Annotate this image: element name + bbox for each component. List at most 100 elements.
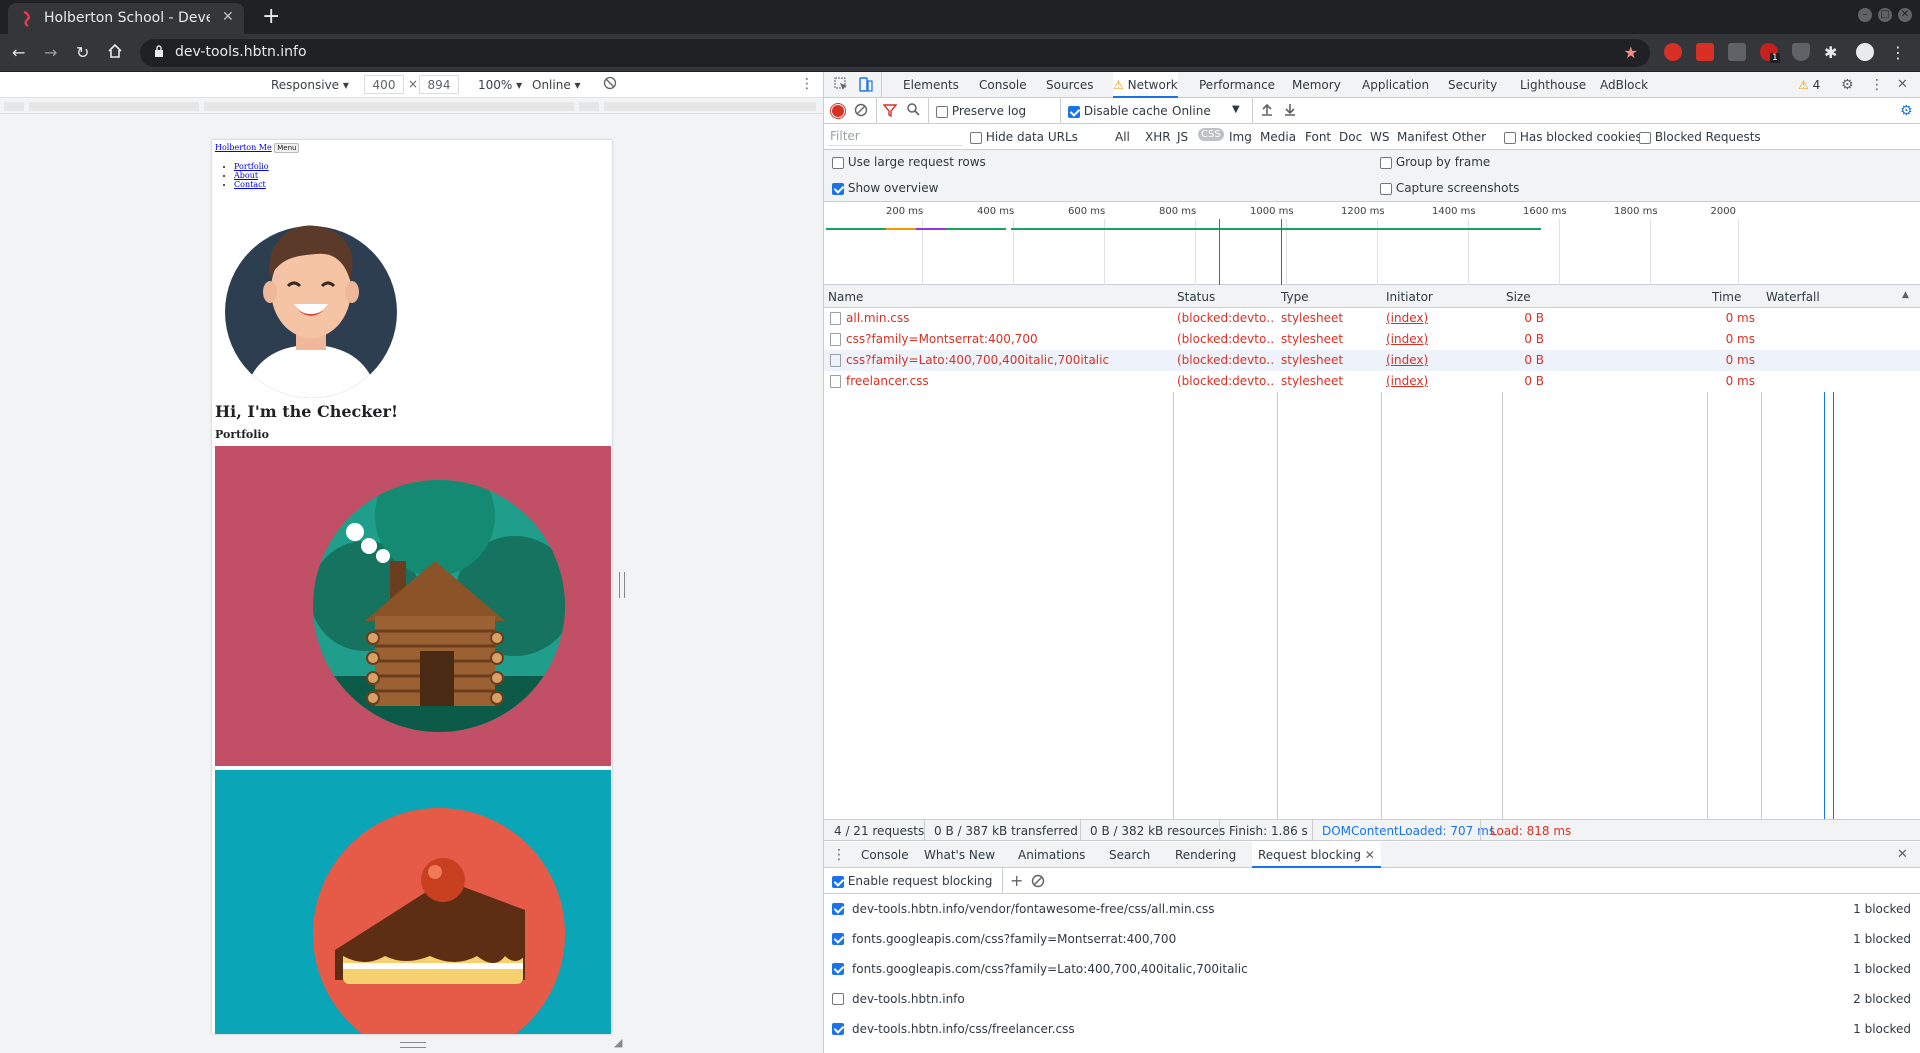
pattern-checkbox[interactable] bbox=[832, 963, 844, 975]
col-name[interactable]: Name bbox=[828, 290, 863, 304]
back-icon[interactable]: ← bbox=[12, 43, 25, 62]
col-status[interactable]: Status bbox=[1177, 290, 1215, 304]
pattern-checkbox[interactable] bbox=[832, 1023, 844, 1035]
tab-adblock[interactable]: AdBlock bbox=[1600, 78, 1648, 92]
nav-contact-link[interactable]: Contact bbox=[234, 180, 266, 189]
devtools-menu-icon[interactable]: ⋮ bbox=[1870, 77, 1884, 93]
request-initiator[interactable]: (index) bbox=[1386, 374, 1428, 388]
extension-red-icon[interactable] bbox=[1696, 43, 1714, 61]
close-drawer-tab-icon[interactable]: ✕ bbox=[1365, 848, 1375, 862]
extension-f-icon[interactable] bbox=[1728, 43, 1746, 61]
import-har-icon[interactable] bbox=[1261, 102, 1273, 116]
network-throttle-select[interactable]: Online ▼ bbox=[1172, 104, 1240, 118]
search-icon[interactable] bbox=[906, 102, 920, 116]
maximize-icon[interactable]: □ bbox=[1878, 8, 1892, 22]
filter-other[interactable]: Other bbox=[1452, 130, 1486, 144]
request-row[interactable]: freelancer.css (blocked:devto… stylesheet (… bbox=[824, 371, 1920, 392]
profile-avatar-icon[interactable] bbox=[1856, 43, 1874, 61]
home-icon[interactable] bbox=[107, 43, 123, 59]
tab-application[interactable]: Application bbox=[1362, 78, 1429, 92]
blocking-pattern-row[interactable]: fonts.googleapis.com/css?family=Lato:400… bbox=[824, 955, 1920, 985]
tab-console[interactable]: Console bbox=[979, 78, 1027, 92]
tab-memory[interactable]: Memory bbox=[1292, 78, 1341, 92]
address-bar[interactable]: dev-tools.hbtn.info ★ bbox=[140, 39, 1650, 67]
issues-warning-counter[interactable]: ⚠ 4 bbox=[1798, 78, 1820, 92]
enable-request-blocking-checkbox[interactable]: Enable request blocking bbox=[832, 874, 992, 888]
tab-performance[interactable]: Performance bbox=[1199, 78, 1275, 92]
media-query-bar[interactable] bbox=[0, 100, 823, 114]
new-tab-icon[interactable]: + bbox=[262, 4, 280, 29]
request-row[interactable]: css?family=Lato:400,700,400italic,700ita… bbox=[824, 350, 1920, 371]
nav-about-link[interactable]: About bbox=[234, 171, 258, 180]
device-options-icon[interactable]: ⋮ bbox=[800, 76, 814, 92]
drawer-tab-request-blocking[interactable]: Request blocking ✕ bbox=[1252, 842, 1381, 868]
filter-img[interactable]: Img bbox=[1229, 130, 1252, 144]
group-by-frame-checkbox[interactable]: Group by frame bbox=[1380, 155, 1490, 169]
filter-funnel-icon[interactable] bbox=[883, 103, 897, 117]
record-icon[interactable] bbox=[832, 105, 844, 117]
browser-menu-icon[interactable]: ⋮ bbox=[1890, 43, 1906, 62]
lock-icon[interactable] bbox=[154, 45, 164, 58]
blocking-pattern-row[interactable]: dev-tools.hbtn.info/css/freelancer.css 1 … bbox=[824, 1015, 1920, 1045]
portfolio-item-cabin[interactable] bbox=[215, 446, 611, 766]
drawer-tab-animations[interactable]: Animations bbox=[1018, 848, 1085, 862]
brand-link[interactable]: Holberton Me bbox=[215, 143, 272, 152]
request-initiator[interactable]: (index) bbox=[1386, 332, 1428, 346]
tab-lighthouse[interactable]: Lighthouse bbox=[1520, 78, 1586, 92]
blocking-pattern-row[interactable]: dev-tools.hbtn.info 2 blocked bbox=[824, 985, 1920, 1015]
corner-resize-handle[interactable]: ◢ bbox=[614, 1036, 622, 1049]
pattern-checkbox[interactable] bbox=[832, 993, 844, 1005]
request-initiator[interactable]: (index) bbox=[1386, 353, 1428, 367]
col-initiator[interactable]: Initiator bbox=[1386, 290, 1433, 304]
col-time[interactable]: Time bbox=[1712, 290, 1741, 304]
preserve-log-checkbox[interactable]: Preserve log bbox=[936, 104, 1026, 118]
col-waterfall[interactable]: Waterfall bbox=[1766, 290, 1820, 304]
sort-asc-icon[interactable]: ▲ bbox=[1902, 290, 1909, 300]
adblock-extension-icon[interactable] bbox=[1664, 43, 1682, 61]
remove-all-patterns-icon[interactable] bbox=[1031, 874, 1045, 888]
filter-css[interactable]: CSS bbox=[1198, 128, 1224, 141]
tab-sources[interactable]: Sources bbox=[1046, 78, 1093, 92]
drawer-tab-console[interactable]: Console bbox=[861, 848, 909, 862]
blocking-pattern-row[interactable]: dev-tools.hbtn.info/vendor/fontawesome-f… bbox=[824, 895, 1920, 925]
filter-font[interactable]: Font bbox=[1305, 130, 1331, 144]
filter-all[interactable]: All bbox=[1115, 130, 1130, 144]
show-overview-checkbox[interactable]: Show overview bbox=[832, 181, 938, 195]
filter-js[interactable]: JS bbox=[1177, 130, 1188, 144]
devtools-settings-gear-icon[interactable]: ⚙ bbox=[1841, 77, 1854, 93]
pattern-checkbox[interactable] bbox=[832, 933, 844, 945]
blocked-requests-checkbox[interactable]: Blocked Requests bbox=[1639, 130, 1761, 144]
col-type[interactable]: Type bbox=[1281, 290, 1309, 304]
inspect-element-icon[interactable] bbox=[834, 77, 848, 91]
request-initiator[interactable]: (index) bbox=[1386, 311, 1428, 325]
shield-icon[interactable] bbox=[1792, 43, 1810, 61]
filter-media[interactable]: Media bbox=[1260, 130, 1296, 144]
has-blocked-cookies-checkbox[interactable]: Has blocked cookies bbox=[1504, 130, 1642, 144]
zoom-select[interactable]: 100% ▾ bbox=[478, 78, 522, 92]
drawer-tab-rendering[interactable]: Rendering bbox=[1175, 848, 1236, 862]
reload-icon[interactable]: ↻ bbox=[76, 43, 89, 62]
menu-button[interactable]: Menu bbox=[274, 143, 300, 153]
drawer-menu-icon[interactable]: ⋮ bbox=[832, 847, 846, 863]
device-mode-select[interactable]: Responsive ▾ bbox=[271, 78, 349, 92]
tab-elements[interactable]: Elements bbox=[903, 78, 959, 92]
add-pattern-icon[interactable]: + bbox=[1010, 871, 1023, 890]
hide-data-urls-checkbox[interactable]: Hide data URLs bbox=[970, 130, 1078, 144]
viewport-height-input[interactable]: 894 bbox=[419, 75, 459, 94]
filter-doc[interactable]: Doc bbox=[1339, 130, 1362, 144]
drawer-tab-search[interactable]: Search bbox=[1109, 848, 1150, 862]
blocking-pattern-row[interactable]: fonts.googleapis.com/css?family=Montserr… bbox=[824, 925, 1920, 955]
tab-security[interactable]: Security bbox=[1448, 78, 1497, 92]
filter-input[interactable]: Filter bbox=[828, 127, 962, 146]
large-rows-checkbox[interactable]: Use large request rows bbox=[832, 155, 986, 169]
height-resize-handle[interactable] bbox=[400, 1042, 426, 1048]
viewport-width-input[interactable]: 400 bbox=[364, 75, 404, 94]
col-size[interactable]: Size bbox=[1506, 290, 1531, 304]
forward-icon[interactable]: → bbox=[44, 43, 57, 62]
drawer-tab-whats-new[interactable]: What's New bbox=[924, 848, 995, 862]
export-har-icon[interactable] bbox=[1284, 102, 1296, 116]
request-row[interactable]: all.min.css (blocked:devto… stylesheet (ind… bbox=[824, 308, 1920, 329]
extension-badge-icon[interactable]: 1 bbox=[1760, 43, 1780, 63]
tab-network[interactable]: ⚠ Network bbox=[1113, 72, 1178, 98]
devtools-close-icon[interactable]: ✕ bbox=[1897, 77, 1908, 92]
